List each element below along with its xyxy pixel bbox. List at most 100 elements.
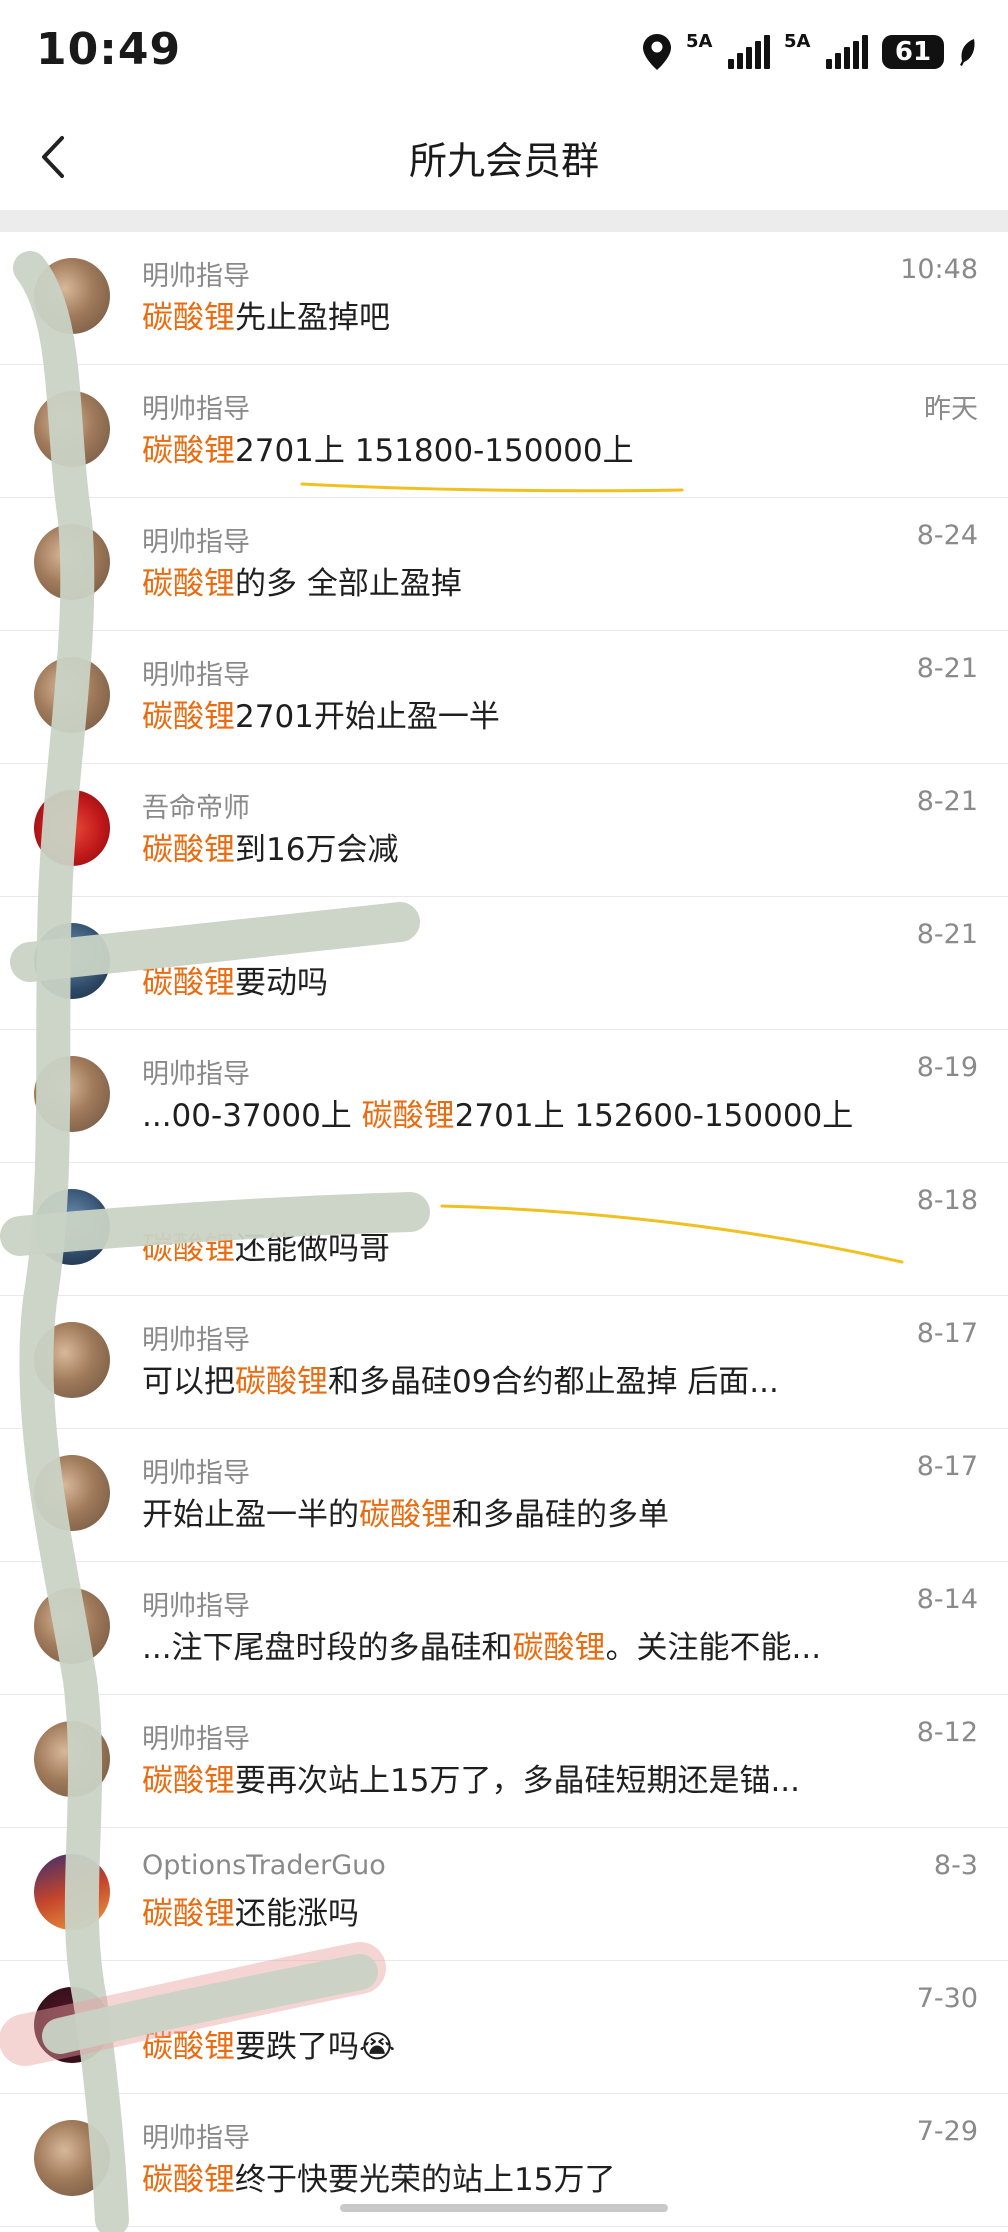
- list-item[interactable]: 明帅指导 ...注下尾盘时段的多晶硅和碳酸锂。关注能不能... 8-14: [0, 1562, 1008, 1695]
- avatar: [34, 1987, 110, 2063]
- sender-name: 明帅指导: [142, 1458, 250, 1489]
- keyword-highlight: 碳酸锂: [235, 1364, 328, 1400]
- message-date: 7-30: [916, 1983, 978, 2014]
- message-date: 8-14: [916, 1584, 978, 1615]
- message-date: 8-18: [916, 1185, 978, 1216]
- avatar: [34, 1455, 110, 1531]
- keyword-highlight: 碳酸锂: [142, 2029, 235, 2065]
- message-date: 8-17: [916, 1451, 978, 1482]
- keyword-highlight: 碳酸锂: [142, 699, 235, 735]
- avatar: [34, 1189, 110, 1265]
- message-date: 8-17: [916, 1318, 978, 1349]
- status-icons: 5A 5A 61: [642, 30, 978, 74]
- battery-icon: 61: [882, 35, 944, 69]
- list-item[interactable]: 明帅指导 可以把碳酸锂和多晶硅09合约都止盈掉 后面... 8-17: [0, 1296, 1008, 1429]
- keyword-highlight: 碳酸锂: [142, 965, 235, 1001]
- location-icon: [643, 34, 671, 70]
- message-date: 8-21: [916, 653, 978, 684]
- list-item[interactable]: 明帅指导 开始止盈一半的碳酸锂和多晶硅的多单 8-17: [0, 1429, 1008, 1562]
- keyword-highlight: 碳酸锂: [142, 2162, 235, 2198]
- avatar: [34, 790, 110, 866]
- avatar: [34, 923, 110, 999]
- chat-header: 所九会员群: [0, 104, 1008, 210]
- message-date: 8-19: [916, 1052, 978, 1083]
- sender-name: 明帅指导: [142, 261, 250, 292]
- signal-icon: 5A: [686, 31, 770, 69]
- home-indicator: [340, 2204, 668, 2212]
- page-title: 所九会员群: [408, 139, 599, 183]
- keyword-highlight: 碳酸锂: [142, 300, 235, 336]
- leaf-icon: [960, 39, 975, 66]
- avatar: [34, 391, 110, 467]
- message-preview: 碳酸锂先止盈掉吧: [142, 300, 390, 336]
- avatar: [34, 1721, 110, 1797]
- sender-name: OptionsTraderGuo: [142, 1850, 386, 1881]
- message-preview: 开始止盈一半的碳酸锂和多晶硅的多单: [142, 1497, 669, 1533]
- avatar: [34, 1854, 110, 1930]
- avatar: [34, 258, 110, 334]
- keyword-highlight: 碳酸锂: [361, 1098, 455, 1134]
- avatar: [34, 524, 110, 600]
- list-item[interactable]: 明帅指导 ...00-37000上 碳酸锂2701上 152600-150000…: [0, 1030, 1008, 1163]
- list-item[interactable]: 明帅指导 碳酸锂2701开始止盈一半 8-21: [0, 631, 1008, 764]
- message-preview: 碳酸锂终于快要光荣的站上15万了: [142, 2162, 616, 2198]
- message-preview: ...00-37000上 碳酸锂2701上 152600-150000上: [142, 1098, 854, 1134]
- message-preview: 碳酸锂2701开始止盈一半: [142, 699, 500, 735]
- sender-name: 明帅指导: [142, 1325, 250, 1356]
- sender-name: 吾命帝师: [142, 793, 250, 824]
- message-preview: 碳酸锂还能涨吗: [142, 1896, 359, 1932]
- list-item[interactable]: 碳酸锂要跌了吗😭 7-30: [0, 1961, 1008, 2094]
- message-preview: ...注下尾盘时段的多晶硅和碳酸锂。关注能不能...: [142, 1630, 822, 1666]
- message-preview: 碳酸锂2701上 151800-150000上: [142, 433, 634, 469]
- status-bar: 10:49 5A 5A 61: [0, 0, 1008, 104]
- list-item[interactable]: OptionsTraderGuo 碳酸锂还能涨吗 8-3: [0, 1828, 1008, 1961]
- message-preview: 碳酸锂要跌了吗😭: [142, 2029, 396, 2065]
- message-date: 昨天: [924, 394, 978, 425]
- list-item[interactable]: 明帅指导 碳酸锂2701上 151800-150000上 昨天: [0, 365, 1008, 498]
- list-item[interactable]: 碳酸锂还能做吗哥 8-18: [0, 1163, 1008, 1296]
- sender-name: 明帅指导: [142, 2123, 250, 2154]
- keyword-highlight: 碳酸锂: [359, 1497, 452, 1533]
- sender-name: 明帅指导: [142, 394, 250, 425]
- avatar: [34, 1588, 110, 1664]
- message-preview: 碳酸锂要动吗: [142, 965, 328, 1001]
- message-date: 10:48: [900, 254, 978, 285]
- keyword-highlight: 碳酸锂: [142, 1231, 235, 1267]
- keyword-highlight: 碳酸锂: [142, 1896, 235, 1932]
- message-preview: 可以把碳酸锂和多晶硅09合约都止盈掉 后面...: [142, 1364, 779, 1400]
- keyword-highlight: 碳酸锂: [142, 433, 235, 469]
- message-date: 7-29: [916, 2116, 978, 2147]
- sender-name: 明帅指导: [142, 527, 250, 558]
- message-preview: 碳酸锂还能做吗哥: [142, 1231, 390, 1267]
- list-item[interactable]: 明帅指导 碳酸锂要再次站上15万了，多晶硅短期还是锚... 8-12: [0, 1695, 1008, 1828]
- keyword-highlight: 碳酸锂: [142, 566, 235, 602]
- message-preview: 碳酸锂要再次站上15万了，多晶硅短期还是锚...: [142, 1763, 801, 1799]
- message-preview: 碳酸锂的多 全部止盈掉: [142, 566, 462, 602]
- keyword-highlight: 碳酸锂: [512, 1630, 606, 1666]
- message-date: 8-24: [916, 520, 978, 551]
- list-item[interactable]: 明帅指导 碳酸锂先止盈掉吧 10:48: [0, 232, 1008, 365]
- search-result-list: 明帅指导 碳酸锂先止盈掉吧 10:48 明帅指导 碳酸锂2701上 151800…: [0, 232, 1008, 2227]
- status-time: 10:49: [36, 24, 182, 75]
- signal-label: 5A: [784, 31, 811, 52]
- header-divider: [0, 210, 1008, 232]
- avatar: [34, 657, 110, 733]
- signal-label: 5A: [686, 31, 713, 52]
- sender-name: 明帅指导: [142, 1591, 250, 1622]
- keyword-highlight: 碳酸锂: [142, 1763, 235, 1799]
- avatar: [34, 1322, 110, 1398]
- keyword-highlight: 碳酸锂: [142, 832, 235, 868]
- message-date: 8-21: [916, 919, 978, 950]
- message-date: 8-3: [933, 1850, 978, 1881]
- sender-name: 明帅指导: [142, 1724, 250, 1755]
- list-item[interactable]: 吾命帝师 碳酸锂到16万会减 8-21: [0, 764, 1008, 897]
- avatar: [34, 1056, 110, 1132]
- sender-name: 明帅指导: [142, 1059, 250, 1090]
- battery-level: 61: [894, 37, 932, 67]
- list-item[interactable]: 明帅指导 碳酸锂的多 全部止盈掉 8-24: [0, 498, 1008, 631]
- message-date: 8-12: [916, 1717, 978, 1748]
- message-date: 8-21: [916, 786, 978, 817]
- list-item[interactable]: 碳酸锂要动吗 8-21: [0, 897, 1008, 1030]
- message-preview: 碳酸锂到16万会减: [142, 832, 399, 868]
- signal-icon: 5A: [784, 31, 868, 69]
